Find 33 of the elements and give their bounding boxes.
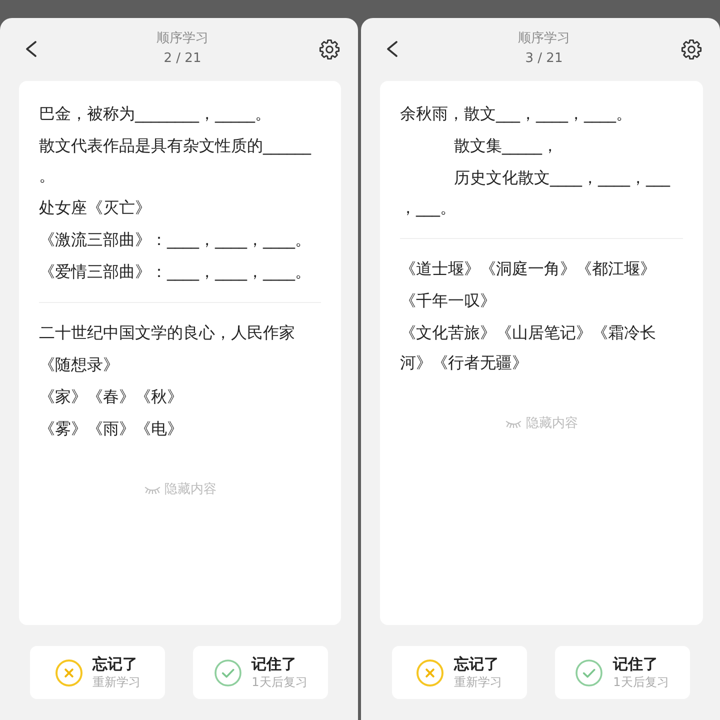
- answer-text: 《雾》《雨》《电》: [39, 418, 184, 440]
- answer-text: 《文化苦旅》《山居笔记》《霜冷长 河》《行者无疆》: [400, 322, 657, 374]
- settings-icon[interactable]: [681, 38, 702, 60]
- question-text: 《爱情三部曲》：____，____，____。: [39, 261, 312, 283]
- settings-icon[interactable]: [319, 38, 340, 60]
- check-circle-icon: [575, 658, 604, 686]
- forgot-button[interactable]: 忘记了 重新学习: [30, 646, 165, 699]
- cross-circle-icon: [54, 658, 82, 686]
- answer-text: 《家》《春》《秋》: [39, 386, 184, 408]
- answer-text: 二十世纪中国文学的良心，人民作家: [39, 322, 296, 344]
- eye-closed-icon: [144, 486, 160, 494]
- eye-closed-icon: [505, 420, 522, 428]
- remembered-button[interactable]: 记住了 1天后复习: [193, 646, 328, 699]
- cross-circle-icon: [416, 658, 444, 686]
- question-text: 《激流三部曲》：____，____，____。: [39, 229, 312, 251]
- question-text: 散文集_____，: [453, 135, 559, 157]
- question-text: 历史文化散文____，____，___ ，___。: [400, 167, 672, 219]
- back-icon[interactable]: [386, 41, 398, 57]
- question-text: 巴金，被称为________，_____。: [39, 103, 272, 125]
- question-text: 处女座《灭亡》: [39, 197, 152, 219]
- remembered-button[interactable]: 记住了 1天后复习: [554, 646, 690, 699]
- page-counter: 3 / 21: [525, 50, 563, 68]
- screen-title: 顺序学习: [518, 30, 570, 48]
- question-text: 散文代表作品是具有杂文性质的______ 。: [39, 135, 312, 187]
- screen-title: 顺序学习: [156, 30, 208, 48]
- answer-text: 《千年一叹》: [400, 290, 497, 312]
- check-circle-icon: [214, 658, 242, 686]
- back-icon[interactable]: [25, 41, 37, 57]
- forgot-button[interactable]: 忘记了 重新学习: [392, 646, 526, 699]
- question-text: 余秋雨，散文___，____，____。: [400, 103, 633, 125]
- answer-text: 《随想录》: [39, 354, 120, 376]
- page-counter: 2 / 21: [164, 50, 202, 68]
- answer-text: 《道士堰》《洞庭一角》《都江堰》: [400, 258, 657, 280]
